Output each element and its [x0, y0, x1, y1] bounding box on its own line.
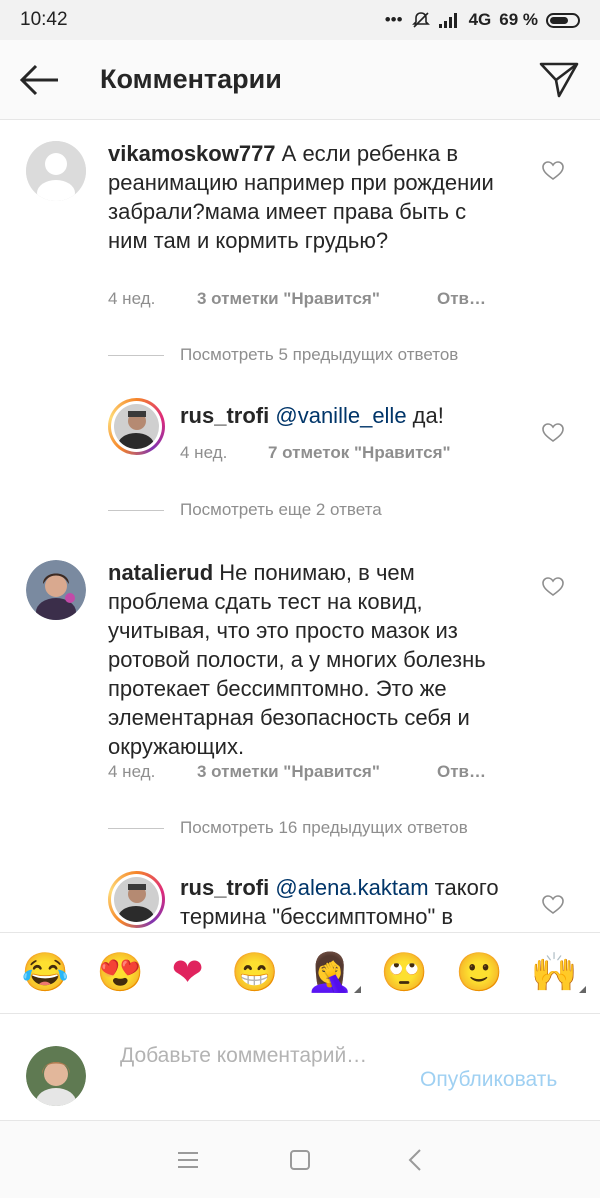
comment-likes-link[interactable]: 7 отметок "Нравится" [268, 443, 451, 463]
comment-text: vikamoskow777 А если ребенка в реанимаци… [108, 139, 508, 255]
heart-outline-icon [542, 895, 564, 914]
emoji-raised-hands-button[interactable]: 🙌 [530, 952, 587, 994]
mute-bell-icon [411, 12, 430, 28]
status-time: 10:42 [20, 9, 68, 30]
comment-username[interactable]: vikamoskow777 [108, 141, 276, 166]
emoji-grin-button[interactable]: 😁 [231, 953, 278, 993]
avatar [114, 877, 159, 922]
divider-line [108, 827, 164, 829]
heart-outline-icon [542, 161, 564, 180]
comment-body: да! [406, 403, 444, 428]
system-back-button[interactable] [406, 1148, 426, 1172]
paper-plane-icon [539, 62, 579, 98]
user-photo [26, 560, 86, 620]
divider-line [108, 354, 164, 356]
emoji-quick-bar: 😂 😍 ❤ 😁 🤦‍♀️ 🙄 🙂 🙌 [0, 932, 600, 1014]
emoji-facepalm-button[interactable]: 🤦‍♀️ [306, 952, 362, 994]
system-nav-bar [0, 1120, 600, 1198]
mention-link[interactable]: @alena.kaktam [275, 875, 428, 900]
comment-meta: 4 нед. 7 отметок "Нравится" [180, 443, 451, 463]
skin-tone-indicator-icon [354, 986, 362, 993]
emoji-raised-hands-glyph: 🙌 [530, 952, 579, 994]
battery-percent: 69 % [499, 10, 538, 29]
comment-meta: 4 нед. 3 отметки "Нравится" Отв… [108, 289, 486, 309]
user-photo [26, 1046, 86, 1106]
comments-list: vikamoskow777 А если ребенка в реанимаци… [0, 121, 600, 931]
like-heart-button[interactable] [542, 577, 564, 597]
avatar-inner [111, 401, 162, 452]
signal-icon [438, 13, 457, 28]
emoji-joy-button[interactable]: 😂 [22, 953, 69, 993]
comment-text: natalierud Не понимаю, в чем проблема сд… [108, 558, 508, 761]
view-replies-label: Посмотреть 5 предыдущих ответов [180, 345, 459, 364]
menu-lines-icon [178, 1152, 198, 1168]
avatar[interactable] [26, 141, 86, 201]
comment-text: rus_trofi @vanille_elle да! [180, 401, 510, 430]
emoji-heart-eyes-button[interactable]: 😍 [97, 953, 144, 993]
avatar-story-ring[interactable] [108, 871, 165, 928]
home-button[interactable] [289, 1149, 311, 1171]
comment-input[interactable]: Добавьте комментарий… [120, 1042, 400, 1070]
emoji-eye-roll-button[interactable]: 🙄 [381, 953, 428, 993]
avatar[interactable] [26, 560, 86, 620]
mention-link[interactable]: @vanille_elle [275, 403, 406, 428]
comment-time: 4 нед. [108, 289, 156, 308]
battery-icon [546, 12, 580, 28]
reply-button[interactable]: Отв… [437, 289, 486, 309]
comment-body: Не понимаю, в чем проблема сдать тест на… [108, 560, 486, 759]
emoji-smile-button[interactable]: 🙂 [456, 953, 503, 993]
avatar-inner [111, 874, 162, 925]
divider-line [108, 509, 164, 511]
view-replies-label: Посмотреть еще 2 ответа [180, 500, 382, 519]
status-bar: 10:42 ••• 4G 69 % [0, 0, 600, 40]
default-avatar-icon [26, 141, 86, 201]
back-arrow-icon [19, 64, 58, 96]
chevron-left-icon [408, 1149, 421, 1171]
heart-outline-icon [542, 423, 564, 442]
header: Комментарии [0, 40, 600, 120]
view-more-replies[interactable]: Посмотреть еще 2 ответа [108, 500, 382, 520]
comment-likes-link[interactable]: 3 отметки "Нравится" [197, 762, 437, 782]
comment-time: 4 нед. [180, 443, 228, 462]
skin-tone-indicator-icon [579, 986, 587, 993]
avatar-story-ring[interactable] [108, 398, 165, 455]
network-type: 4G [468, 10, 492, 29]
battery-level [550, 16, 568, 24]
current-user-avatar [26, 1046, 86, 1106]
emoji-heart-button[interactable]: ❤ [172, 953, 204, 993]
comment-likes-link[interactable]: 3 отметки "Нравится" [197, 289, 437, 309]
page-title: Комментарии [100, 64, 282, 94]
like-heart-button[interactable] [542, 895, 564, 915]
emoji-facepalm-glyph: 🤦‍♀️ [306, 952, 354, 994]
like-heart-button[interactable] [542, 423, 564, 443]
avatar [114, 404, 159, 449]
publish-button[interactable]: Опубликовать [420, 1068, 557, 1092]
like-heart-button[interactable] [542, 161, 564, 181]
status-icons: ••• 4G 69 % [385, 10, 580, 30]
menu-button[interactable] [176, 1149, 200, 1171]
back-button[interactable] [18, 62, 62, 98]
square-icon [290, 1150, 310, 1170]
more-dots-icon: ••• [384, 10, 403, 29]
comment-text: rus_trofi @alena.kaktam такого термина "… [180, 873, 520, 931]
comment-username[interactable]: natalierud [108, 560, 213, 585]
view-replies-label: Посмотреть 16 предыдущих ответов [180, 818, 468, 837]
reply-button[interactable]: Отв… [437, 762, 486, 782]
view-previous-replies[interactable]: Посмотреть 5 предыдущих ответов [108, 345, 458, 365]
comment-username[interactable]: rus_trofi [180, 403, 269, 428]
comment-time: 4 нед. [108, 762, 156, 781]
view-previous-replies[interactable]: Посмотреть 16 предыдущих ответов [108, 818, 468, 838]
heart-outline-icon [542, 577, 564, 596]
comment-username[interactable]: rus_trofi [180, 875, 269, 900]
comment-composer: Добавьте комментарий… Опубликовать [0, 1014, 600, 1120]
comment-meta: 4 нед. 3 отметки "Нравится" Отв… [108, 762, 486, 782]
direct-send-button[interactable] [538, 60, 580, 100]
